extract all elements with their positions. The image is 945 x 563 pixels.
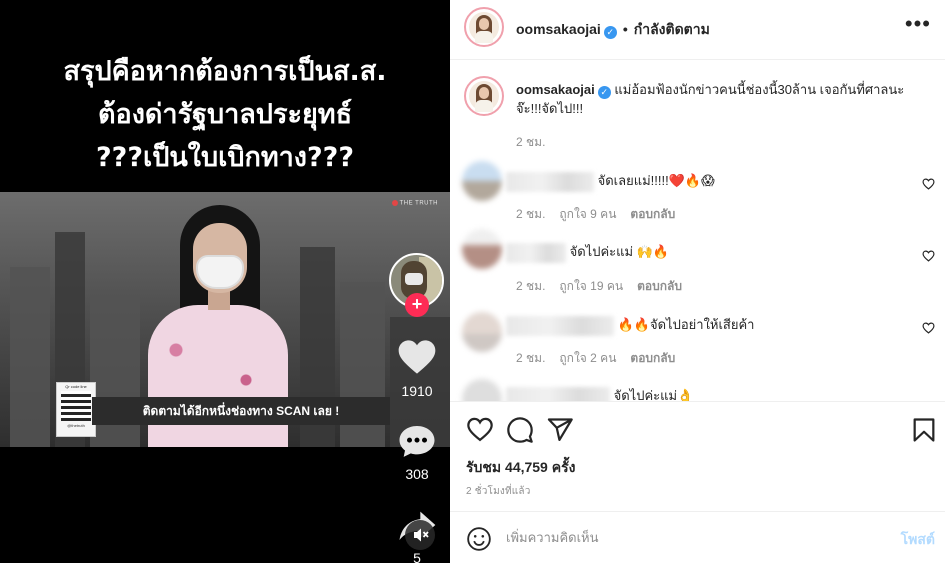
post-actions: รับชม 44,759 ครั้ง 2 ชั่วโมงที่แล้ว — [450, 401, 945, 511]
post-header: oomsakaojai ✓ • กำลังติดตาม ••• — [450, 0, 945, 60]
comment-meta: 2 ชม. ถูกใจ 19 คน ตอบกลับ — [516, 279, 682, 293]
comments-list[interactable]: oomsakaojai ✓ แม่อ้อมฟ้องนักข่าวคนนี้ช่อง… — [450, 61, 945, 401]
comment-avatar[interactable] — [462, 312, 502, 352]
verified-badge-icon: ✓ — [603, 26, 617, 39]
author-username[interactable]: oomsakaojai — [516, 21, 601, 37]
video-caption: สรุปคือหากต้องการเป็นส.ส. ต้องด่ารัฐบาลป… — [0, 50, 450, 179]
video-like-count: 1910 — [401, 383, 433, 399]
caption-meta: 2 ชม. — [516, 135, 546, 149]
bookmark-icon[interactable] — [910, 416, 938, 444]
comment-row: จัดไปค่ะแม่ 🙌🔥 — [506, 242, 669, 263]
follow-plus-button[interactable]: + — [405, 293, 429, 317]
comment-row: จัดเลยแม่!!!!!❤️🔥😱 — [506, 171, 715, 192]
comment-composer: โพสต์ — [450, 511, 945, 563]
comment-input[interactable] — [506, 527, 866, 549]
comment-avatar[interactable] — [462, 161, 502, 201]
share-plane-icon[interactable] — [546, 416, 574, 444]
post-caption: oomsakaojai ✓ แม่อ้อมฟ้องนักข่าวคนนี้ช่อง… — [516, 80, 926, 118]
comment-like-icon[interactable] — [922, 250, 935, 265]
comment-text: 🔥🔥จัดไปอย่าให้เสียค้า — [617, 317, 755, 332]
comment-row: 🔥🔥จัดไปอย่าให้เสียค้า — [506, 315, 754, 336]
caption-username[interactable]: oomsakaojai — [516, 82, 595, 97]
commenter-name[interactable] — [506, 315, 614, 336]
post-comment-button[interactable]: โพสต์ — [901, 529, 935, 551]
commenter-name[interactable] — [506, 386, 610, 401]
author-avatar[interactable] — [464, 7, 504, 47]
video-comment-icon[interactable] — [395, 422, 439, 463]
view-count[interactable]: รับชม 44,759 ครั้ง — [466, 457, 575, 479]
video-share-count: 5 — [413, 550, 421, 563]
following-button[interactable]: กำลังติดตาม — [634, 21, 710, 37]
comment-like-icon[interactable] — [922, 322, 935, 337]
emoji-icon[interactable] — [466, 526, 492, 552]
qr-code-icon — [61, 391, 91, 421]
video-banner: ติดตามได้อีกหนึ่งช่องทาง SCAN เลย ! — [92, 397, 390, 425]
video-like-icon[interactable] — [395, 338, 439, 379]
video-comment-count: 308 — [405, 466, 429, 482]
mute-button[interactable] — [405, 520, 435, 550]
post-media[interactable]: สรุปคือหากต้องการเป็นส.ส. ต้องด่ารัฐบาลป… — [0, 0, 450, 563]
caption-line-2: ต้องด่ารัฐบาลประยุทธ์ — [97, 99, 353, 130]
comment-avatar[interactable] — [462, 229, 502, 269]
comment-meta: 2 ชม. ถูกใจ 9 คน ตอบกลับ — [516, 207, 676, 221]
comment-like-icon[interactable] — [922, 178, 935, 193]
video-frame: THE TRUTH Qr code line @thetruth ติดตามไ… — [0, 192, 450, 447]
caption-author-avatar[interactable] — [464, 76, 504, 116]
post-timestamp[interactable]: 2 ชั่วโมงที่แล้ว — [466, 484, 531, 499]
caption-line-1: สรุปคือหากต้องการเป็นส.ส. — [63, 56, 387, 87]
comment-text: จัดไปค่ะแม่👌 — [613, 388, 694, 401]
commenter-name[interactable] — [506, 242, 566, 263]
mute-icon — [414, 528, 429, 542]
caption-line-3: ???เป็นใบเบิกทาง??? — [96, 142, 354, 173]
qr-card: Qr code line @thetruth — [56, 382, 96, 437]
like-heart-icon[interactable] — [466, 416, 494, 444]
comment-row: จัดไปค่ะแม่👌 — [506, 386, 693, 401]
comment-text: จัดเลยแม่!!!!!❤️🔥😱 — [597, 173, 715, 188]
post-panel: oomsakaojai ✓ • กำลังติดตาม ••• oomsakaojai… — [450, 0, 945, 563]
commenter-name[interactable] — [506, 171, 594, 192]
comment-meta: 2 ชม. ถูกใจ 2 คน ตอบกลับ — [516, 351, 676, 365]
comment-text: จัดไปค่ะแม่ 🙌🔥 — [569, 244, 670, 259]
comment-avatar[interactable] — [462, 379, 502, 401]
watermark-logo: THE TRUTH — [391, 200, 438, 207]
comment-bubble-icon[interactable] — [506, 416, 534, 444]
verified-badge-icon: ✓ — [597, 86, 611, 99]
more-options-icon[interactable]: ••• — [905, 13, 931, 35]
